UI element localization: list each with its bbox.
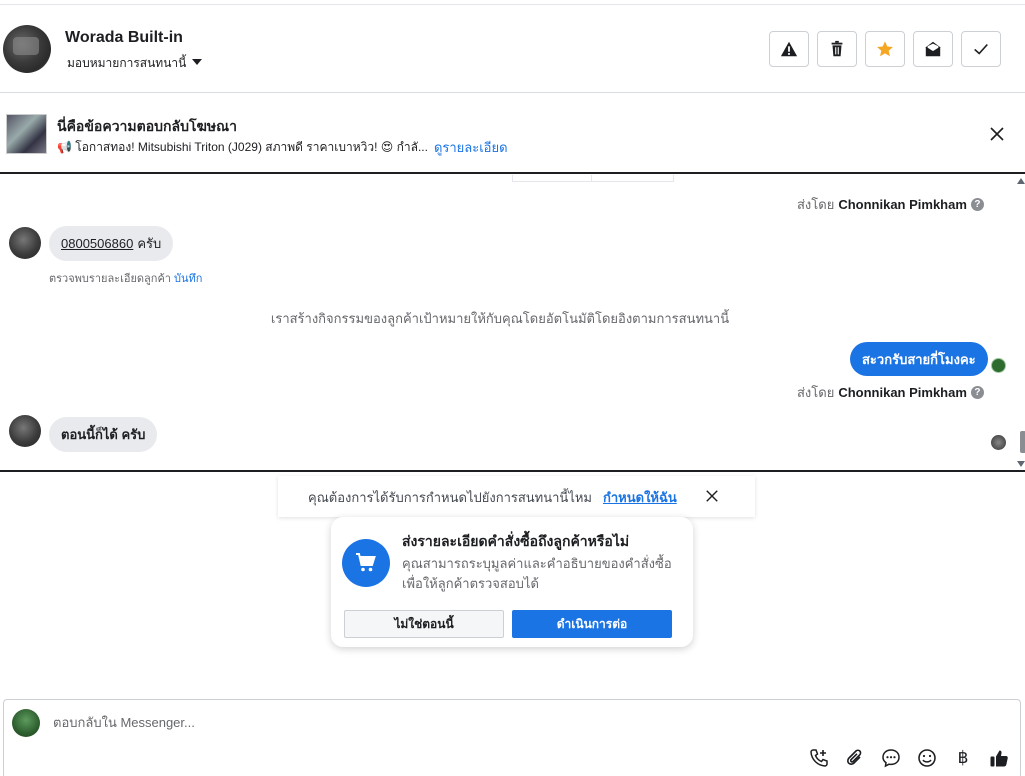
customer-avatar[interactable]	[9, 227, 41, 259]
assign-label: มอบหมายการสนทนานี้	[67, 56, 187, 70]
scrollbar-thumb[interactable]	[1020, 431, 1025, 453]
sent-by-prefix: ส่งโดย	[797, 385, 835, 400]
assign-reminder-text: คุณต้องการได้รับการกำหนดไปยังการสนทนานี้…	[308, 490, 592, 505]
warning-icon	[780, 41, 798, 57]
report-button[interactable]	[769, 31, 809, 67]
check-icon	[974, 43, 988, 55]
customer-details-detected: ตรวจพบรายละเอียดลูกค้า บันทึก	[49, 269, 202, 287]
ad-details-link[interactable]: ดูรายละเอียด	[434, 137, 508, 158]
assign-dropdown[interactable]: มอบหมายการสนทนานี้	[67, 54, 203, 73]
close-icon	[990, 127, 1004, 141]
contact-name[interactable]: Worada Built-in	[65, 29, 183, 47]
reminder-close-button[interactable]	[704, 488, 720, 504]
emoji-icon[interactable]	[916, 747, 938, 769]
ad-banner-close-button[interactable]	[987, 124, 1007, 144]
help-icon[interactable]: ?	[970, 198, 984, 211]
assign-reminder-bar: คุณต้องการได้รับการกำหนดไปยังการสนทนานี้…	[278, 476, 755, 517]
page-avatar	[12, 709, 40, 737]
scroll-up-arrow-icon[interactable]	[1017, 178, 1025, 184]
chat-bubble-icon[interactable]	[880, 747, 902, 769]
paperclip-icon[interactable]	[844, 747, 866, 769]
composer-toolbar: ฿	[808, 747, 1010, 769]
call-add-icon[interactable]	[808, 747, 830, 769]
trash-icon	[831, 40, 843, 57]
detected-text: ตรวจพบรายละเอียดลูกค้า	[49, 273, 171, 285]
customer-avatar[interactable]	[9, 415, 41, 447]
ad-banner-description: 📢 โอกาสทอง! Mitsubishi Triton (J029) สภา…	[57, 140, 428, 154]
header-actions	[769, 31, 1001, 67]
system-message: เราสร้างกิจกรรมของลูกค้าเป้าหมายให้กับคุ…	[270, 311, 730, 326]
sent-by-name: Chonnikan Pimkham	[838, 385, 967, 400]
continue-button[interactable]: ดำเนินการต่อ	[512, 610, 672, 638]
not-now-button[interactable]: ไม่ใช่ตอนนี้	[344, 610, 504, 638]
cart-icon	[342, 539, 390, 587]
order-details-card: ส่งรายละเอียดคำสั่งซื้อถึงลูกค้าหรือไม่ …	[331, 517, 693, 647]
save-details-link[interactable]: บันทึก	[174, 273, 202, 285]
reply-input[interactable]	[53, 715, 753, 730]
ad-thumbnail[interactable]	[6, 114, 47, 154]
caret-down-icon	[192, 58, 203, 65]
incoming-message[interactable]: ตอนนี้ก็ได้ ครับ	[49, 417, 158, 452]
delete-button[interactable]	[817, 31, 857, 67]
sent-by-label: ส่งโดย Chonnikan Pimkham ?	[797, 194, 984, 215]
seen-avatar	[991, 435, 1006, 450]
order-card-title: ส่งรายละเอียดคำสั่งซื้อถึงลูกค้าหรือไม่	[402, 533, 630, 549]
message-thread[interactable]: ส่งโดย Chonnikan Pimkham ? 0800506860 คร…	[0, 175, 1025, 472]
envelope-open-icon	[925, 41, 941, 57]
sent-by-label: ส่งโดย Chonnikan Pimkham ?	[797, 382, 984, 403]
incoming-message[interactable]: 0800506860 ครับ	[49, 226, 174, 261]
thumbs-up-icon[interactable]	[988, 747, 1010, 769]
assign-to-me-link[interactable]: กำหนดให้ฉัน	[603, 487, 677, 508]
message-text: ครับ	[137, 236, 162, 251]
contact-avatar[interactable]	[3, 25, 51, 73]
done-button[interactable]	[961, 31, 1001, 67]
outgoing-message[interactable]: สะวกรับสายกี่โมงคะ	[850, 342, 988, 376]
sent-by-name: Chonnikan Pimkham	[838, 197, 967, 212]
page-avatar	[991, 358, 1006, 373]
previous-message-edge	[512, 175, 674, 182]
ad-reply-banner: นี่คือข้อความตอบกลับโฆษณา 📢 โอกาสทอง! Mi…	[0, 94, 1025, 174]
phone-number-link[interactable]: 0800506860	[61, 236, 133, 251]
order-card-description: คุณสามารถระบุมูลค่าและคำอธิบายของคำสั่งซ…	[402, 556, 672, 591]
scroll-down-arrow-icon[interactable]	[1017, 461, 1025, 467]
reply-composer: ฿	[3, 699, 1021, 776]
baht-icon[interactable]: ฿	[952, 747, 974, 769]
help-icon[interactable]: ?	[970, 386, 984, 399]
star-icon	[877, 41, 893, 57]
sent-by-prefix: ส่งโดย	[797, 197, 835, 212]
star-button[interactable]	[865, 31, 905, 67]
conversation-header: Worada Built-in มอบหมายการสนทนานี้	[0, 5, 1025, 93]
close-icon	[706, 490, 718, 502]
mark-unread-button[interactable]	[913, 31, 953, 67]
ad-banner-title: นี่คือข้อความตอบกลับโฆษณา	[57, 118, 237, 134]
ad-banner-description-row: 📢 โอกาสทอง! Mitsubishi Triton (J029) สภา…	[57, 137, 508, 158]
